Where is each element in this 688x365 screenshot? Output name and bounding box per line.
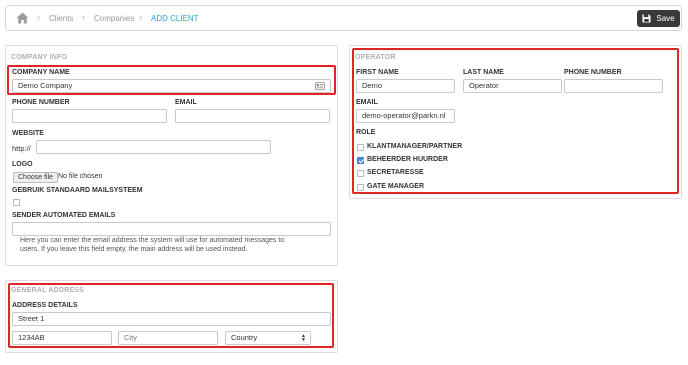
no-file-text: No file chosen <box>58 173 103 180</box>
company-name-highlight <box>7 65 336 95</box>
chevron-right-icon: › <box>82 12 85 22</box>
phone-number-label: PHONE NUMBER <box>12 99 70 106</box>
general-address-highlight <box>8 283 334 348</box>
breadcrumb-clients[interactable]: Clients <box>49 14 73 23</box>
save-button[interactable]: Save <box>637 10 680 27</box>
breadcrumb-add-client: ADD CLIENT <box>151 14 199 23</box>
mailsystem-label: GEBRUIK STANDAARD MAILSYSTEEM <box>12 187 143 194</box>
top-bar: › Clients › Companies › ADD CLIENT Save <box>5 5 682 31</box>
operator-highlight <box>352 48 679 194</box>
sender-help-text: Here you can enter the email address the… <box>20 237 285 253</box>
chevron-right-icon: › <box>139 12 142 22</box>
chevron-right-icon: › <box>37 12 40 22</box>
panel-title: COMPANY INFO <box>11 54 68 61</box>
website-input[interactable] <box>36 140 271 154</box>
mailsystem-checkbox[interactable] <box>13 199 20 206</box>
phone-number-input[interactable] <box>12 109 167 123</box>
sender-emails-label: SENDER AUTOMATED EMAILS <box>12 212 116 219</box>
email-label: EMAIL <box>175 99 197 106</box>
save-label: Save <box>656 14 675 23</box>
choose-file-button[interactable]: Choose file <box>13 172 59 183</box>
email-input[interactable] <box>175 109 330 123</box>
website-label: WEBSITE <box>12 130 44 137</box>
logo-label: LOGO <box>12 161 33 168</box>
home-icon[interactable] <box>16 12 29 24</box>
breadcrumb-companies[interactable]: Companies <box>94 14 134 23</box>
save-icon <box>642 14 651 23</box>
sender-emails-input[interactable] <box>12 222 331 236</box>
website-prefix: http:// <box>12 144 31 153</box>
